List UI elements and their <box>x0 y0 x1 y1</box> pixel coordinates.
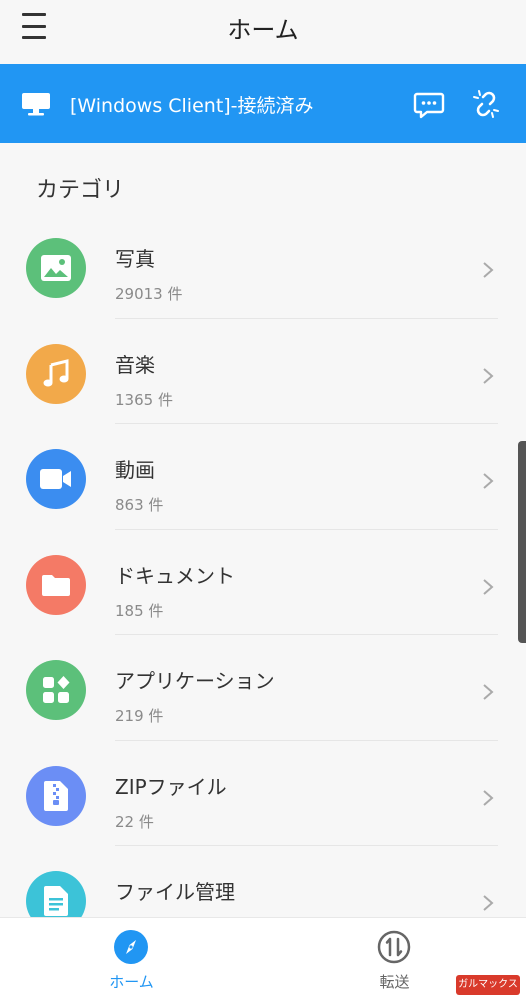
category-icon-bg <box>26 449 86 509</box>
image-icon <box>41 255 71 281</box>
chevron-right-icon <box>483 578 494 595</box>
tab-home-label: ホーム <box>109 973 154 991</box>
chevron-right-icon <box>483 684 494 700</box>
category-name: ZIPファイル <box>115 774 227 799</box>
category-count: 863 件 <box>115 496 164 514</box>
category-icon-bg <box>26 554 86 615</box>
category-item-photos[interactable]: 写真 29013 件 <box>0 213 526 319</box>
category-count: 22 件 <box>115 812 154 831</box>
category-icon-bg <box>26 238 86 298</box>
music-icon <box>43 358 69 386</box>
category-item-applications[interactable]: アプリケーション 219 件 <box>0 635 526 741</box>
zip-icon <box>44 780 68 811</box>
category-name: アプリケーション <box>115 669 275 693</box>
category-item-video[interactable]: 動画 863 件 <box>0 424 526 530</box>
chevron-right-icon <box>483 895 494 911</box>
category-list: 写真 29013 件 音楽 1365 件 動画 863 件 ドキュメント 185… <box>0 213 526 952</box>
category-item-music[interactable]: 音楽 1365 件 <box>0 319 526 424</box>
monitor-icon <box>22 93 50 116</box>
apps-icon <box>43 676 70 703</box>
tab-home[interactable]: ホーム <box>0 918 263 1001</box>
category-name: 動画 <box>115 458 155 482</box>
app-header: ホーム <box>0 0 526 64</box>
chevron-right-icon <box>483 262 494 278</box>
connection-status-text: [Windows Client]-接続済み <box>70 95 314 117</box>
transfer-icon <box>377 930 411 964</box>
category-count: 1365 件 <box>115 390 173 409</box>
category-icon-bg <box>26 660 86 720</box>
category-icon-bg <box>26 765 86 826</box>
chevron-right-icon <box>483 789 494 806</box>
scrollbar-handle[interactable] <box>518 441 526 643</box>
chat-icon[interactable] <box>413 88 445 120</box>
page-title: ホーム <box>227 16 299 44</box>
category-name: ファイル管理 <box>115 880 235 904</box>
category-count: 185 件 <box>115 601 164 620</box>
chevron-right-icon <box>483 367 494 384</box>
disconnect-icon[interactable] <box>470 88 502 120</box>
compass-icon <box>114 930 148 964</box>
file-icon <box>44 886 68 916</box>
section-title: カテゴリ <box>36 178 125 203</box>
category-item-documents[interactable]: ドキュメント 185 件 <box>0 530 526 635</box>
watermark-logo: ガルマックス <box>456 975 520 995</box>
category-name: 音楽 <box>115 352 155 377</box>
category-name: 写真 <box>115 247 155 271</box>
bottom-nav: ホーム 転送 <box>0 917 526 1001</box>
folder-icon <box>42 574 70 596</box>
category-icon-bg <box>26 343 86 404</box>
video-icon <box>40 469 71 489</box>
category-count: 219 件 <box>115 707 164 725</box>
category-count: 29013 件 <box>115 285 183 303</box>
category-item-zip[interactable]: ZIPファイル 22 件 <box>0 741 526 846</box>
chevron-right-icon <box>483 473 494 489</box>
connection-banner[interactable]: [Windows Client]-接続済み <box>0 64 526 143</box>
category-name: ドキュメント <box>115 563 235 588</box>
